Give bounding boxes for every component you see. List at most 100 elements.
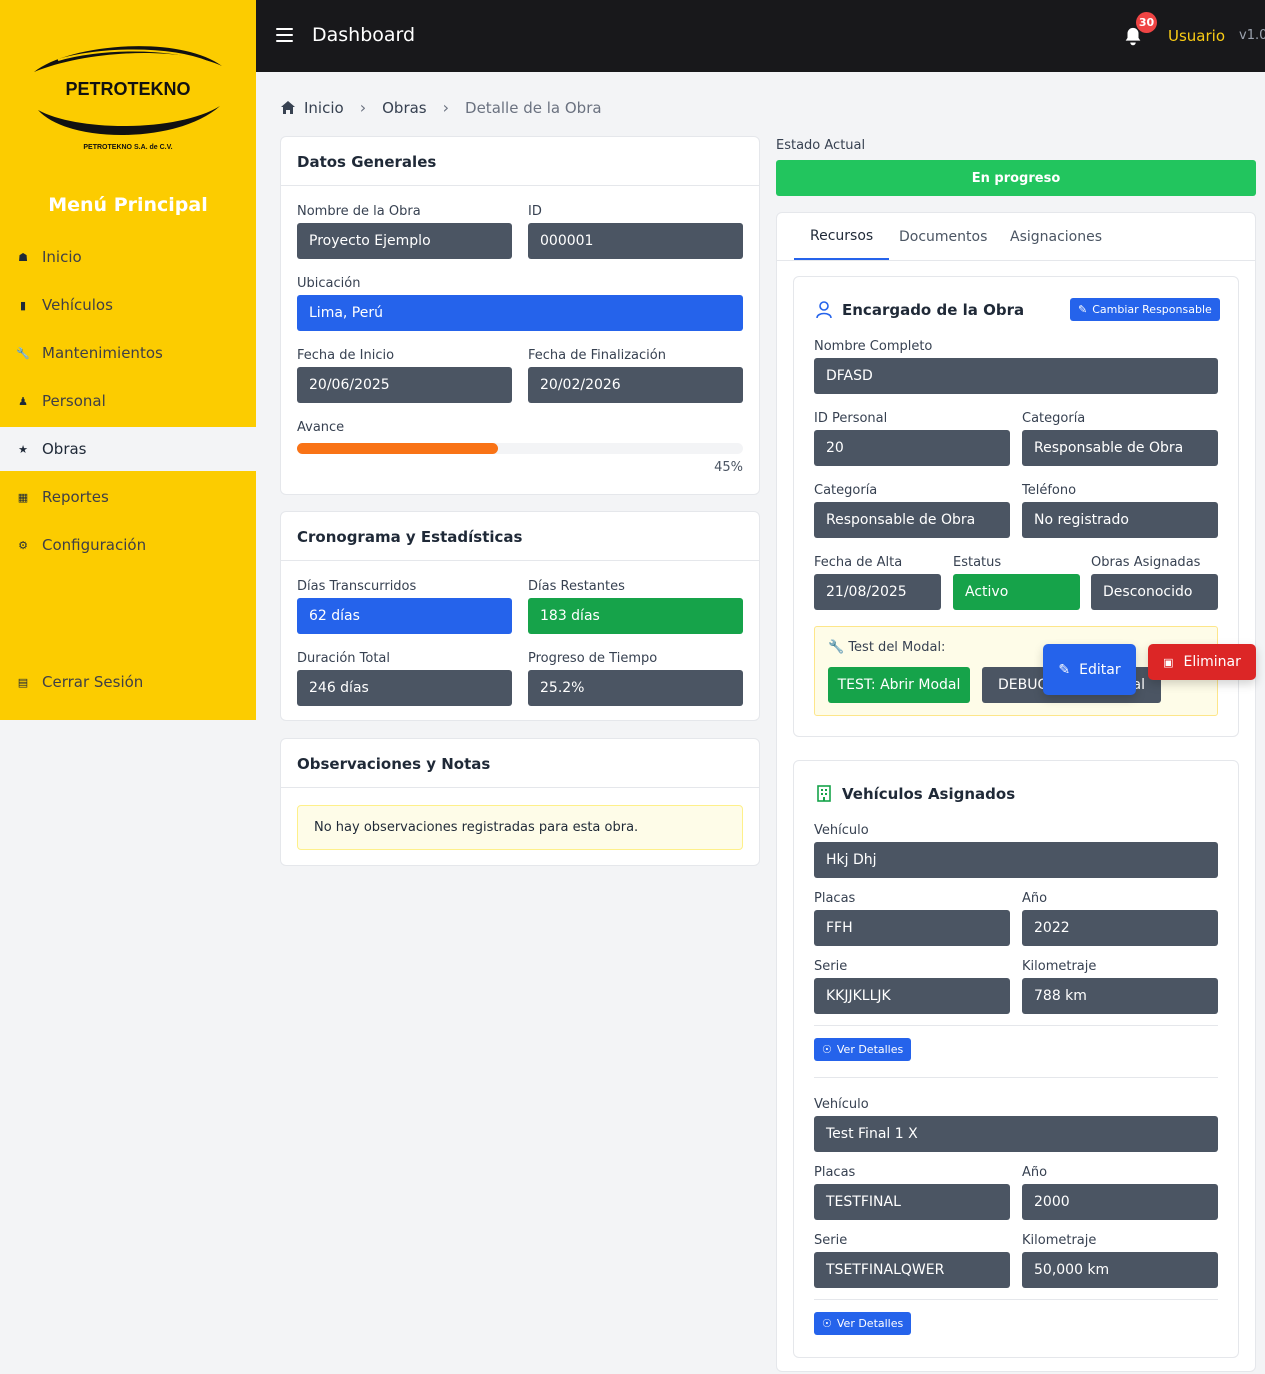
card-title: Observaciones y Notas (281, 739, 759, 788)
user-icon (816, 301, 832, 319)
vehicles-title: Vehículos Asignados (842, 785, 1016, 803)
hire-date-field: 21/08/2025 (814, 574, 941, 610)
plates-field: TESTFINAL (814, 1184, 1010, 1220)
breadcrumb-current: Detalle de la Obra (465, 98, 602, 117)
divider (814, 1025, 1218, 1026)
hire-date-label: Fecha de Alta (814, 555, 903, 570)
test-modal-label: Test del Modal: (848, 640, 946, 655)
km-label: Kilometraje (1022, 959, 1097, 974)
sidebar-item-personal[interactable]: ♟ Personal (0, 379, 256, 423)
year-label: Año (1022, 1165, 1048, 1180)
progress-label: Avance (297, 420, 345, 435)
vehicle-field: Hkj Dhj (814, 842, 1218, 878)
vehicle-label: Vehículo (814, 1097, 869, 1112)
edit-button[interactable]: ✎ Editar (1043, 644, 1136, 695)
vehicle-label: Vehículo (814, 823, 869, 838)
tab-recursos[interactable]: Recursos (794, 213, 890, 260)
location-field: Lima, Perú (297, 295, 743, 331)
logout-icon: ▤ (17, 675, 29, 689)
divider (814, 1077, 1218, 1078)
truck-icon: ▮ (19, 298, 27, 312)
change-manager-button[interactable]: ✎ Cambiar Responsable (1070, 298, 1220, 321)
category-field: Responsable de Obra (814, 502, 1010, 538)
vehicle-field: Test Final 1 X (814, 1116, 1218, 1152)
tab-documentos[interactable]: Documentos (883, 213, 1003, 260)
sidebar-item-configuracion[interactable]: ⚙ Configuración (0, 523, 256, 567)
tab-asignaciones[interactable]: Asignaciones (994, 213, 1118, 260)
gear-icon: ⚙ (18, 538, 28, 552)
year-label: Año (1022, 891, 1048, 906)
view-details-button[interactable]: ☉ Ver Detalles (814, 1038, 912, 1061)
pencil-icon: ✎ (1078, 303, 1088, 316)
serial-label: Serie (814, 959, 848, 974)
delete-label: Eliminar (1183, 654, 1241, 670)
debug-label-left: DEBUG (998, 677, 1049, 693)
status-label: Estado Actual (776, 138, 866, 153)
breadcrumb-home[interactable]: Inicio (304, 99, 344, 117)
chevron-right-icon: › (442, 98, 450, 117)
total-field: 246 días (297, 670, 512, 706)
hamburger-menu-icon[interactable] (276, 28, 293, 42)
sidebar-item-obras[interactable]: ★ Obras (0, 427, 256, 471)
end-date-label: Fecha de Finalización (528, 348, 666, 363)
total-label: Duración Total (297, 651, 391, 666)
card-title: Cronograma y Estadísticas (281, 512, 759, 561)
petrotekno-logo: PETROTEKNO PETROTEKNO S.A. de C.V. (34, 46, 222, 151)
view-details-button[interactable]: ☉ Ver Detalles (814, 1312, 912, 1335)
user-menu[interactable]: Usuario (1168, 27, 1225, 45)
star-icon: ★ (18, 442, 28, 456)
divider (814, 1299, 1218, 1300)
logout-label: Cerrar Sesión (42, 673, 144, 691)
km-field: 50,000 km (1022, 1252, 1218, 1288)
serial-label: Serie (814, 1233, 848, 1248)
sidebar-item-label: Personal (42, 392, 106, 410)
chart-icon: ▦ (17, 490, 29, 504)
notes-card: Observaciones y Notas No hay observacion… (280, 738, 760, 866)
view-details-label: Ver Detalles (836, 1317, 904, 1330)
location-label: Ubicación (297, 276, 361, 291)
progress-percent: 45% (714, 460, 743, 475)
sidebar-item-label: Obras (42, 440, 87, 458)
id-field: 000001 (528, 223, 743, 259)
sidebar-item-mantenimientos[interactable]: 🔧 Mantenimientos (0, 331, 256, 375)
assigned-works-field: Desconocido (1091, 574, 1218, 610)
category-label: Categoría (814, 483, 878, 498)
eye-icon: ☉ (822, 1043, 832, 1056)
serial-field: KKJJKLLJK (814, 978, 1010, 1014)
sidebar-item-inicio[interactable]: ☗ Inicio (0, 235, 256, 279)
wrench-icon: 🔧 (16, 346, 30, 360)
page-title: Dashboard (312, 24, 416, 46)
logout-button[interactable]: ▤ Cerrar Sesión (0, 660, 256, 704)
sidebar-item-reportes[interactable]: ▦ Reportes (0, 475, 256, 519)
breadcrumb: Inicio › Obras › Detalle de la Obra (280, 98, 602, 117)
home-icon: ☗ (18, 250, 28, 264)
sidebar-item-label: Vehículos (42, 296, 113, 314)
sidebar-item-vehiculos[interactable]: ▮ Vehículos (0, 283, 256, 327)
building-icon (817, 785, 831, 802)
elapsed-field: 62 días (297, 598, 512, 634)
phone-field: No registrado (1022, 502, 1218, 538)
manager-title: Encargado de la Obra (842, 301, 1025, 319)
status-field: Activo (953, 574, 1080, 610)
sidebar-item-label: Reportes (42, 488, 109, 506)
sidebar-item-label: Mantenimientos (42, 344, 163, 362)
start-date-field: 20/06/2025 (297, 367, 512, 403)
phone-label: Teléfono (1022, 483, 1077, 498)
schedule-card: Cronograma y Estadísticas Días Transcurr… (280, 511, 760, 721)
km-field: 788 km (1022, 978, 1218, 1014)
breadcrumb-obras[interactable]: Obras (382, 99, 427, 117)
edit-label: Editar (1079, 661, 1121, 678)
version-label: v1.0 (1239, 28, 1265, 43)
delete-button[interactable]: ▣ Eliminar (1148, 644, 1256, 680)
plates-label: Placas (814, 1165, 856, 1180)
trash-icon: ▣ (1163, 655, 1174, 669)
assigned-works-label: Obras Asignadas (1091, 555, 1201, 570)
menu-title: Menú Principal (48, 194, 208, 216)
test-open-modal-button[interactable]: TEST: Abrir Modal (828, 667, 970, 703)
general-data-card: Datos Generales Nombre de la Obra Proyec… (280, 136, 760, 495)
time-progress-label: Progreso de Tiempo (528, 651, 658, 666)
home-icon (281, 101, 295, 114)
category-label: Categoría (1022, 411, 1086, 426)
plates-field: FFH (814, 910, 1010, 946)
change-manager-label: Cambiar Responsable (1092, 303, 1212, 316)
